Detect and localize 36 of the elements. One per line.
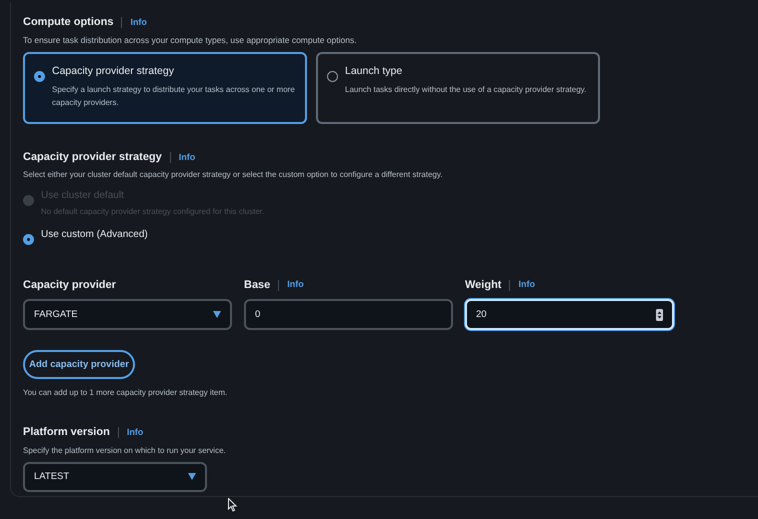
info-link[interactable]: Info bbox=[287, 278, 304, 292]
spinner-icon[interactable] bbox=[656, 308, 663, 321]
section-description: Select either your cluster default capacity provider strategy or select the custom option to configure a different strategy. bbox=[23, 168, 444, 181]
section-title: Capacity provider strategy bbox=[23, 150, 162, 166]
section-title: Weight bbox=[465, 278, 502, 293]
info-link[interactable]: Info bbox=[126, 426, 144, 440]
info-link[interactable]: Info bbox=[178, 150, 196, 164]
radio-button[interactable] bbox=[23, 234, 34, 245]
option-description: Launch tasks directly without the use of a capacity provider strategy. bbox=[345, 84, 586, 96]
input-field[interactable]: 0 bbox=[244, 299, 453, 330]
section-title: Base bbox=[244, 278, 270, 293]
section-description: Specify the platform version on which to run your service. bbox=[23, 444, 227, 457]
option-description: Specify a launch strategy to distribute your tasks across one or more capacity providers. bbox=[52, 84, 296, 109]
section-description: To ensure task distribution across your compute types, use appropriate compute options. bbox=[23, 34, 358, 46]
input-field[interactable]: 20 bbox=[465, 299, 674, 330]
radio-button[interactable] bbox=[34, 71, 45, 82]
radio-button[interactable] bbox=[327, 71, 338, 82]
select-field[interactable]: LATEST bbox=[23, 462, 207, 492]
caret-icon bbox=[213, 311, 221, 318]
option-title: Capacity provider strategy bbox=[52, 64, 175, 80]
section-title: Compute options bbox=[23, 15, 114, 30]
info-link[interactable]: Info bbox=[130, 16, 147, 29]
select-field[interactable]: FARGATE bbox=[23, 299, 232, 330]
helper-text: You can add up to 1 more capacity provider strategy item. bbox=[23, 387, 228, 400]
option-card[interactable]: Capacity provider strategy Specify a launch strategy to distribute your tasks across one or more capacity providers. bbox=[23, 52, 307, 124]
option-title: Launch type bbox=[345, 64, 404, 80]
section-title: Capacity provider bbox=[23, 278, 116, 293]
radio-label: Use custom (Advanced) bbox=[41, 228, 148, 242]
section-title: Platform version bbox=[23, 425, 110, 440]
mouse-pointer-icon bbox=[228, 498, 237, 512]
option-card[interactable]: Launch type Launch tasks directly without the use of a capacity provider strategy. bbox=[316, 52, 600, 124]
radio-description: No default capacity provider strategy configured for this cluster. bbox=[41, 206, 264, 218]
info-link[interactable]: Info bbox=[518, 278, 535, 292]
add-capacity-provider-button[interactable]: Add capacity provider bbox=[23, 350, 135, 380]
caret-icon bbox=[188, 473, 196, 480]
radio-label: Use cluster default bbox=[41, 188, 125, 203]
